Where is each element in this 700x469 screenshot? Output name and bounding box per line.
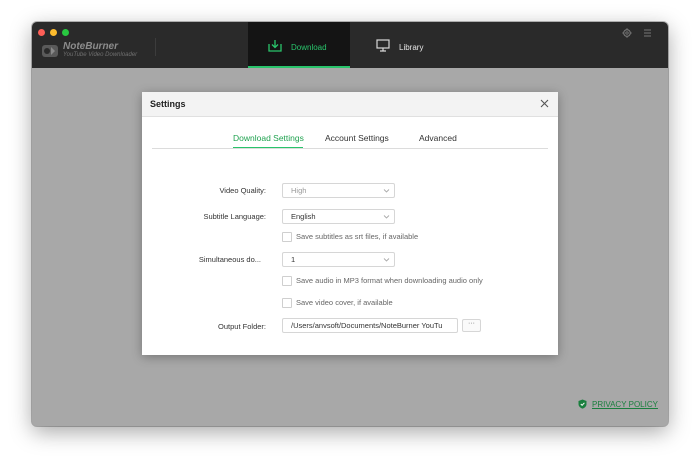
subtitle-language-value: English xyxy=(291,212,316,221)
window-zoom-button[interactable] xyxy=(62,29,69,36)
save-mp3-checkbox[interactable] xyxy=(282,276,292,286)
tab-account-settings[interactable]: Account Settings xyxy=(325,133,389,143)
window-minimize-button[interactable] xyxy=(50,29,57,36)
settings-dialog: Settings Download Settings Account Setti… xyxy=(142,92,558,355)
noteburner-logo-icon xyxy=(42,45,58,57)
settings-header: Settings xyxy=(142,92,558,117)
subtitle-language-select[interactable]: English xyxy=(282,209,395,224)
chevron-down-icon xyxy=(383,258,390,262)
privacy-policy-label: PRIVACY POLICY xyxy=(592,400,658,409)
tab-download-settings[interactable]: Download Settings xyxy=(233,133,304,143)
app-name: NoteBurner xyxy=(63,41,119,52)
shield-icon xyxy=(578,399,587,409)
tab-download[interactable]: Download xyxy=(248,22,350,68)
save-srt-checkbox[interactable] xyxy=(282,232,292,242)
simultaneous-downloads-label: Simultaneous do... xyxy=(198,255,261,264)
output-folder-label: Output Folder: xyxy=(218,322,266,331)
tab-library-label: Library xyxy=(399,43,424,52)
browse-folder-button[interactable]: ··· xyxy=(462,319,481,332)
titlebar-divider xyxy=(155,38,156,56)
monitor-icon xyxy=(376,39,390,52)
app-subtitle: YouTube Video Downloader xyxy=(63,52,138,58)
chevron-down-icon xyxy=(383,189,390,193)
settings-tabs-divider xyxy=(152,148,548,149)
save-srt-label: Save subtitles as srt files, if availabl… xyxy=(296,232,419,241)
title-bar: NoteBurner YouTube Video Downloader Down… xyxy=(32,22,668,68)
save-cover-checkbox[interactable] xyxy=(282,298,292,308)
app-logo: NoteBurner YouTube Video Downloader xyxy=(41,41,161,63)
close-icon[interactable] xyxy=(539,98,550,109)
window-close-button[interactable] xyxy=(38,29,45,36)
tab-advanced[interactable]: Advanced xyxy=(419,133,457,143)
download-tray-icon xyxy=(268,40,282,52)
video-quality-value: High xyxy=(291,186,307,195)
subtitle-language-label: Subtitle Language: xyxy=(203,212,266,221)
output-folder-value: /Users/anvsoft/Documents/NoteBurner YouT… xyxy=(291,321,443,330)
tab-library[interactable]: Library xyxy=(368,22,478,68)
simultaneous-downloads-select[interactable]: 1 xyxy=(282,252,395,267)
save-cover-label: Save video cover, if available xyxy=(296,298,393,307)
settings-tab-active-indicator xyxy=(233,147,303,148)
video-quality-select[interactable]: High xyxy=(282,183,395,198)
output-folder-field[interactable]: /Users/anvsoft/Documents/NoteBurner YouT… xyxy=(282,318,458,333)
save-mp3-label: Save audio in MP3 format when downloadin… xyxy=(296,276,483,285)
settings-title: Settings xyxy=(150,99,186,109)
tab-active-indicator xyxy=(248,66,350,68)
chevron-down-icon xyxy=(383,215,390,219)
tab-download-label: Download xyxy=(291,43,327,52)
simultaneous-downloads-value: 1 xyxy=(291,255,296,264)
video-quality-label: Video Quality: xyxy=(219,186,266,195)
hamburger-menu-icon[interactable] xyxy=(643,29,652,37)
gear-icon[interactable] xyxy=(622,28,632,38)
